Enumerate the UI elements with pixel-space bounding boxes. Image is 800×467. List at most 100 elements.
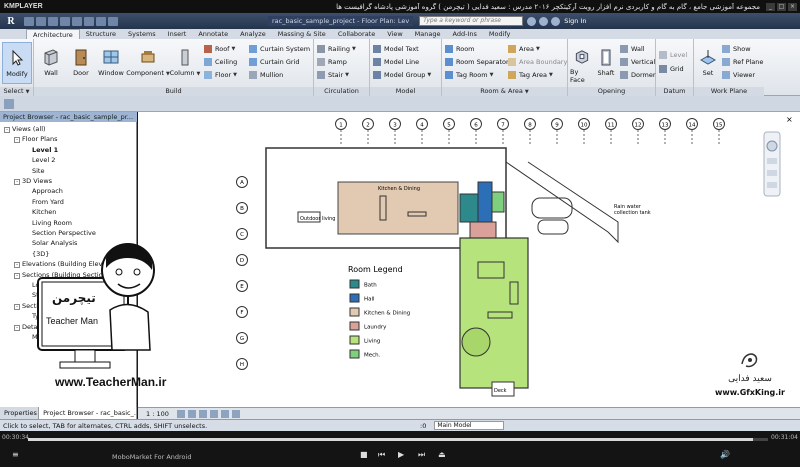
- grid-bubble[interactable]: B: [236, 202, 248, 214]
- modify-button[interactable]: Modify: [2, 42, 32, 84]
- grid-bubble[interactable]: 15: [713, 118, 725, 147]
- browser-item[interactable]: Kitchen: [24, 208, 56, 216]
- ceiling-button[interactable]: Ceiling: [204, 56, 237, 67]
- grid-bubble[interactable]: C: [236, 228, 248, 240]
- navigation-bar[interactable]: [763, 131, 781, 197]
- collapse-icon[interactable]: -: [14, 137, 20, 144]
- crop-view-icon[interactable]: [220, 409, 229, 418]
- eject-icon[interactable]: ⏏: [438, 450, 446, 459]
- tab-structure[interactable]: Structure: [80, 29, 122, 39]
- open-icon[interactable]: [24, 16, 34, 26]
- room-hall[interactable]: [477, 181, 493, 223]
- model-text-button[interactable]: Model Text: [373, 43, 419, 54]
- set-button[interactable]: Set: [696, 42, 720, 84]
- railing-button[interactable]: Railing ▼: [317, 43, 356, 54]
- properties-icon[interactable]: [4, 98, 14, 109]
- collapse-icon[interactable]: -: [4, 127, 10, 133]
- subscription-icon[interactable]: [539, 16, 549, 26]
- wall-button[interactable]: Wall: [36, 42, 66, 84]
- browser-item[interactable]: Living Room: [24, 219, 72, 227]
- search-input[interactable]: Type a keyword or phrase: [419, 16, 524, 26]
- sign-in-button[interactable]: Sign In: [564, 17, 586, 25]
- model-group-button[interactable]: Model Group ▼: [373, 69, 431, 80]
- grid-bubble[interactable]: F: [236, 306, 248, 318]
- grid-bubble[interactable]: A: [236, 176, 248, 188]
- redo-icon[interactable]: [60, 16, 70, 26]
- select-panel-label[interactable]: Select: [4, 87, 24, 95]
- minimize-icon[interactable]: _: [766, 2, 775, 11]
- tab-analyze[interactable]: Analyze: [234, 29, 272, 39]
- project-browser-tab[interactable]: Project Browser - rac_basic_...: [39, 407, 137, 419]
- model-selector[interactable]: Main Model: [434, 421, 505, 430]
- vertical-opening-button[interactable]: Vertical: [620, 56, 655, 67]
- component-button[interactable]: Component ▼: [126, 42, 170, 84]
- stop-icon[interactable]: ■: [360, 450, 368, 459]
- search-icon[interactable]: [527, 16, 537, 26]
- roof-button[interactable]: Roof ▼: [204, 43, 235, 54]
- visual-style-icon[interactable]: [187, 409, 196, 418]
- undo-icon[interactable]: [48, 16, 58, 26]
- room-living[interactable]: [459, 237, 529, 389]
- grid-bubble[interactable]: 9: [551, 118, 563, 147]
- column-button[interactable]: Column ▼: [170, 42, 200, 84]
- close-view-icon[interactable]: ×: [786, 115, 793, 124]
- mullion-button[interactable]: Mullion: [249, 69, 283, 80]
- browser-item[interactable]: -3D Views: [14, 177, 52, 185]
- menu-icon[interactable]: ≡: [12, 450, 19, 459]
- collapse-icon[interactable]: -: [14, 179, 20, 185]
- floor-button[interactable]: Floor ▼: [204, 69, 237, 80]
- tab-view[interactable]: View: [381, 29, 408, 39]
- temporary-hide-icon[interactable]: [231, 409, 240, 418]
- model-line-button[interactable]: Model Line: [373, 56, 419, 67]
- grid-bubble[interactable]: 5: [443, 118, 455, 147]
- door-button[interactable]: Door: [66, 42, 96, 84]
- view-scale[interactable]: 1 : 100: [138, 410, 177, 418]
- room-button[interactable]: Room: [445, 43, 475, 54]
- grid-bubble[interactable]: 6: [470, 118, 482, 147]
- tag-area-button[interactable]: Tag Area ▼: [508, 69, 553, 80]
- ramp-button[interactable]: Ramp: [317, 56, 347, 67]
- ref-plane-button[interactable]: Ref Plane: [722, 56, 763, 67]
- detail-level-icon[interactable]: [176, 409, 185, 418]
- room-separator-button[interactable]: Room Separator: [445, 56, 509, 67]
- browser-item[interactable]: - Views (all): [4, 125, 46, 133]
- ad-text[interactable]: MoboMarket For Android: [112, 453, 191, 461]
- room-bath[interactable]: [459, 193, 479, 223]
- 3d-view-icon[interactable]: [108, 16, 118, 26]
- grid-bubble[interactable]: 10: [578, 118, 590, 147]
- grid-bubble[interactable]: 7: [497, 118, 509, 147]
- browser-item[interactable]: Level 1: [24, 146, 58, 154]
- tab-modify[interactable]: Modify: [483, 29, 517, 39]
- curtain-grid-button[interactable]: Curtain Grid: [249, 56, 300, 67]
- grid-bubble[interactable]: D: [236, 254, 248, 266]
- tag-room-button[interactable]: Tag Room ▼: [445, 69, 493, 80]
- measure-icon[interactable]: [84, 16, 94, 26]
- tab-architecture[interactable]: Architecture: [26, 29, 80, 39]
- save-icon[interactable]: [36, 16, 46, 26]
- close-icon[interactable]: ×: [788, 2, 797, 11]
- viewer-button[interactable]: Viewer: [722, 69, 755, 80]
- sun-path-icon[interactable]: [198, 409, 207, 418]
- grid-bubble[interactable]: 2: [362, 118, 374, 147]
- grid-bubble[interactable]: E: [236, 280, 248, 292]
- grid-bubble[interactable]: G: [236, 332, 248, 344]
- grid-bubble[interactable]: 1: [335, 118, 347, 147]
- browser-item[interactable]: From Yard: [24, 198, 64, 206]
- kmplayer-logo[interactable]: KMPLAYER: [0, 3, 50, 10]
- properties-tab[interactable]: Properties: [0, 407, 40, 419]
- grid-bubble[interactable]: H: [236, 358, 248, 370]
- grid-bubble[interactable]: 8: [524, 118, 536, 147]
- next-icon[interactable]: ⏭: [418, 450, 425, 460]
- area-button[interactable]: Area ▼: [508, 43, 540, 54]
- level-button[interactable]: Level: [659, 49, 687, 60]
- tab-collaborate[interactable]: Collaborate: [332, 29, 381, 39]
- by-face-button[interactable]: By Face: [570, 42, 594, 84]
- tab-systems[interactable]: Systems: [122, 29, 162, 39]
- grid-bubble[interactable]: 11: [605, 118, 617, 147]
- browser-item[interactable]: - Floor Plans: [14, 135, 57, 144]
- maximize-icon[interactable]: □: [777, 2, 786, 11]
- dormer-button[interactable]: Dormer: [620, 69, 656, 80]
- text-icon[interactable]: [96, 16, 106, 26]
- room-laundry[interactable]: [469, 221, 497, 239]
- show-button[interactable]: Show: [722, 43, 751, 54]
